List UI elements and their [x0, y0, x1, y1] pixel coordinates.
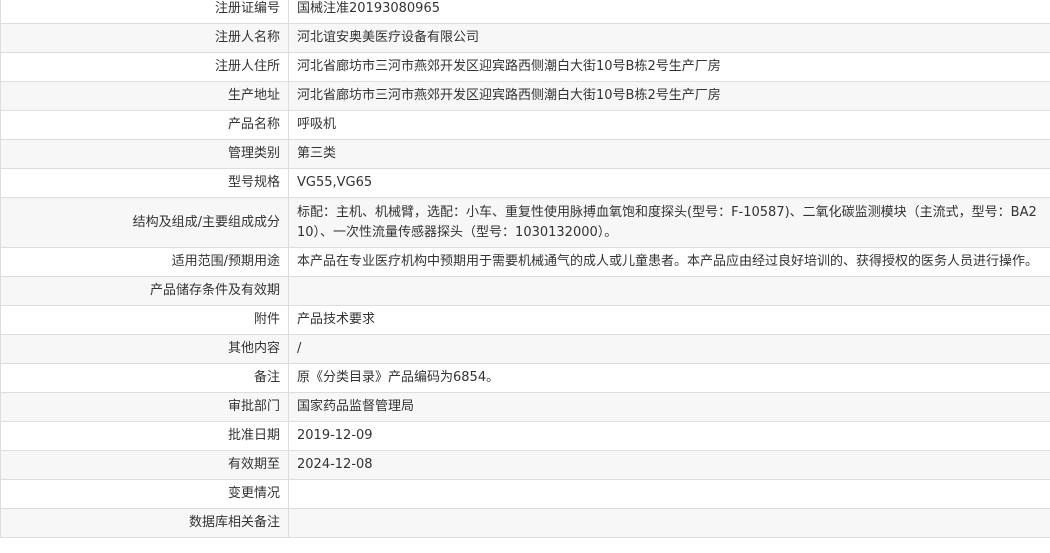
- row-label: 数据库相关备注: [0, 508, 289, 538]
- row-label: 注册人住所: [0, 52, 289, 82]
- row-value: 产品技术要求: [288, 305, 1050, 335]
- registration-info-table: 注册证编号 国械注准20193080965 注册人名称 河北谊安奥美医疗设备有限…: [0, 0, 1050, 538]
- row-label: 结构及组成/主要组成成分: [0, 197, 289, 248]
- table-row: 结构及组成/主要组成成分 标配：主机、机械臂，选配：小车、重复性使用脉搏血氧饱和…: [0, 197, 1050, 248]
- table-row: 适用范围/预期用途 本产品在专业医疗机构中预期用于需要机械通气的成人或儿童患者。…: [0, 247, 1050, 277]
- row-label: 审批部门: [0, 392, 289, 422]
- row-label: 产品储存条件及有效期: [0, 276, 289, 306]
- row-label: 生产地址: [0, 81, 289, 111]
- table-row: 备注 原《分类目录》产品编码为6854。: [0, 363, 1050, 393]
- row-value: VG55,VG65: [288, 168, 1050, 198]
- table-row: 注册证编号 国械注准20193080965: [0, 0, 1050, 24]
- row-value: 原《分类目录》产品编码为6854。: [288, 363, 1050, 393]
- table-row: 附件 产品技术要求: [0, 305, 1050, 335]
- row-label: 适用范围/预期用途: [0, 247, 289, 277]
- table-row: 注册人名称 河北谊安奥美医疗设备有限公司: [0, 23, 1050, 53]
- table-row: 注册人住所 河北省廊坊市三河市燕郊开发区迎宾路西侧潮白大街10号B栋2号生产厂房: [0, 52, 1050, 82]
- row-value: 国械注准20193080965: [288, 0, 1050, 24]
- row-value: [288, 276, 1050, 306]
- table-row: 审批部门 国家药品监督管理局: [0, 392, 1050, 422]
- row-label: 附件: [0, 305, 289, 335]
- row-label: 备注: [0, 363, 289, 393]
- row-value: /: [288, 334, 1050, 364]
- table-row: 管理类别 第三类: [0, 139, 1050, 169]
- row-value: 标配：主机、机械臂，选配：小车、重复性使用脉搏血氧饱和度探头(型号：F-1058…: [288, 197, 1050, 248]
- row-label: 有效期至: [0, 450, 289, 480]
- row-label: 其他内容: [0, 334, 289, 364]
- table-row: 型号规格 VG55,VG65: [0, 168, 1050, 198]
- row-value: [288, 508, 1050, 538]
- row-label: 注册人名称: [0, 23, 289, 53]
- table-row: 产品储存条件及有效期: [0, 276, 1050, 306]
- row-value: [288, 479, 1050, 509]
- row-value: 第三类: [288, 139, 1050, 169]
- row-label: 注册证编号: [0, 0, 289, 24]
- row-label: 变更情况: [0, 479, 289, 509]
- row-label: 产品名称: [0, 110, 289, 140]
- row-value: 呼吸机: [288, 110, 1050, 140]
- row-value: 2024-12-08: [288, 450, 1050, 480]
- row-value: 本产品在专业医疗机构中预期用于需要机械通气的成人或儿童患者。本产品应由经过良好培…: [288, 247, 1050, 277]
- row-value: 河北省廊坊市三河市燕郊开发区迎宾路西侧潮白大街10号B栋2号生产厂房: [288, 81, 1050, 111]
- table-row: 其他内容 /: [0, 334, 1050, 364]
- row-value: 河北省廊坊市三河市燕郊开发区迎宾路西侧潮白大街10号B栋2号生产厂房: [288, 52, 1050, 82]
- row-label: 管理类别: [0, 139, 289, 169]
- row-value: 2019-12-09: [288, 421, 1050, 451]
- row-label: 批准日期: [0, 421, 289, 451]
- table-row: 数据库相关备注: [0, 508, 1050, 538]
- table-row: 生产地址 河北省廊坊市三河市燕郊开发区迎宾路西侧潮白大街10号B栋2号生产厂房: [0, 81, 1050, 111]
- table-row: 产品名称 呼吸机: [0, 110, 1050, 140]
- table-row: 批准日期 2019-12-09: [0, 421, 1050, 451]
- table-row: 有效期至 2024-12-08: [0, 450, 1050, 480]
- row-value: 国家药品监督管理局: [288, 392, 1050, 422]
- row-value: 河北谊安奥美医疗设备有限公司: [288, 23, 1050, 53]
- table-row: 变更情况: [0, 479, 1050, 509]
- row-label: 型号规格: [0, 168, 289, 198]
